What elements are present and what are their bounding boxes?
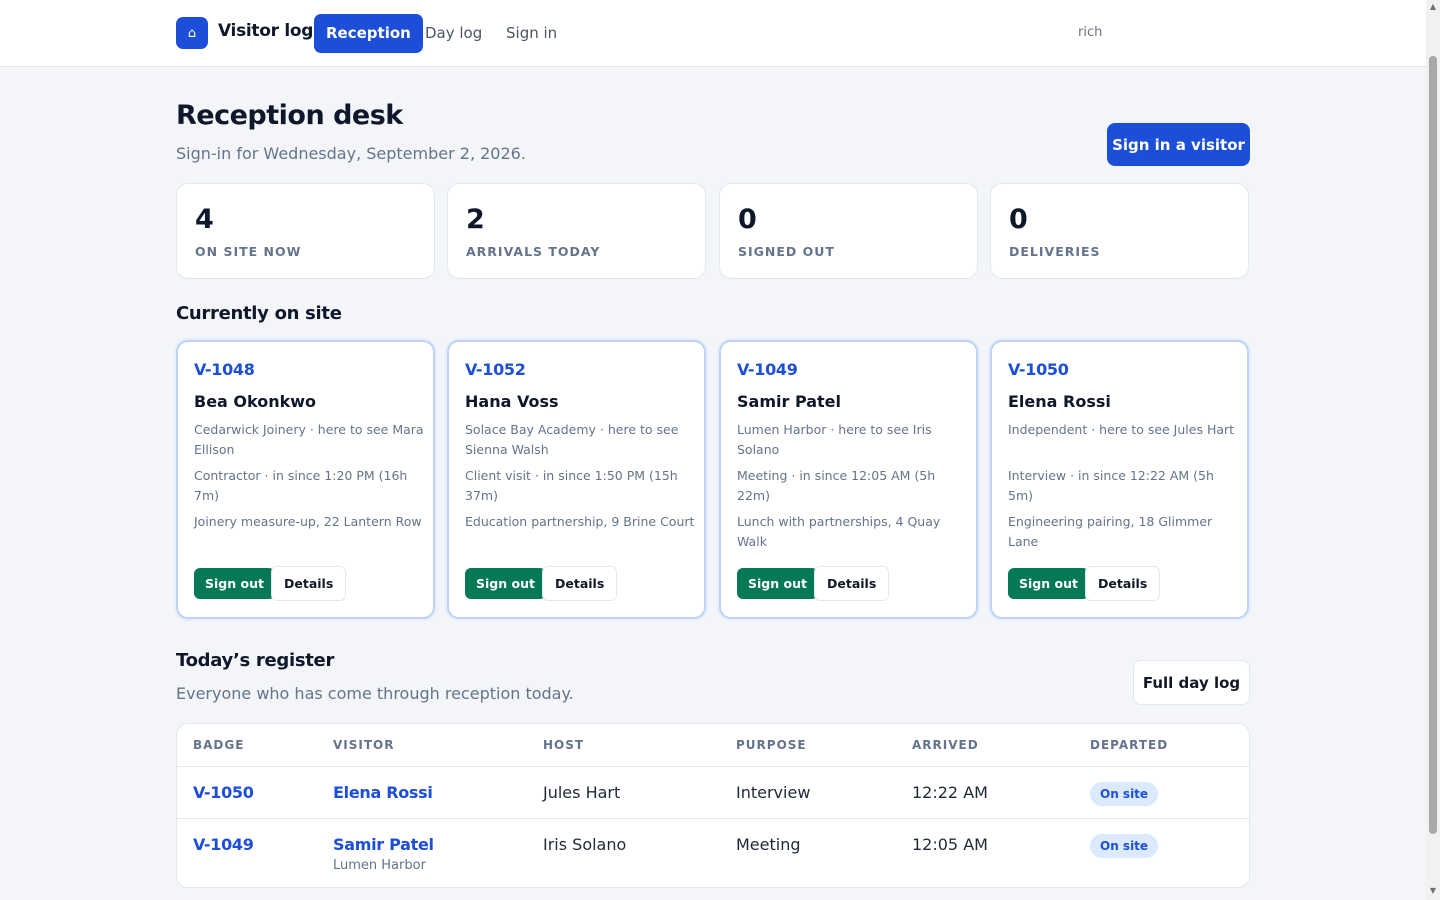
stat-label: ARRIVALS TODAY — [466, 244, 601, 259]
visitor-name: Bea Okonkwo — [194, 392, 317, 411]
status-badge: On site — [1090, 834, 1159, 858]
visitor-card: V-1050 Elena Rossi Independent · here to… — [990, 340, 1249, 619]
nav-tab-reception[interactable]: Reception — [314, 14, 423, 53]
status-badge: On site — [1090, 782, 1159, 806]
visitor-badge-link[interactable]: V-1050 — [1008, 360, 1069, 379]
visitor-badge-link[interactable]: V-1048 — [194, 360, 255, 379]
stat-label: SIGNED OUT — [738, 244, 835, 259]
register-purpose: Interview — [736, 783, 811, 802]
register-badge-link[interactable]: V-1049 — [193, 835, 254, 854]
column-header-host: HOST — [543, 738, 585, 752]
sign-out-button[interactable]: Sign out — [465, 568, 546, 599]
register-visitor-org: Lumen Harbor — [333, 858, 426, 873]
visitor-org-host: Cedarwick Joinery · here to see Mara Ell… — [194, 422, 424, 457]
visitor-card: V-1048 Bea Okonkwo Cedarwick Joinery · h… — [176, 340, 435, 619]
register-arrived: 12:05 AM — [912, 835, 988, 854]
register-table: BADGE VISITOR HOST PURPOSE ARRIVED DEPAR… — [176, 723, 1250, 888]
register-subtitle: Everyone who has come through reception … — [176, 684, 574, 703]
row-divider — [177, 818, 1249, 819]
section-title-register: Today’s register — [176, 650, 335, 671]
visitor-card: V-1052 Hana Voss Solace Bay Academy · he… — [447, 340, 706, 619]
visitor-note: Lunch with partnerships, 4 Quay Walk — [737, 514, 941, 549]
column-header-arrived: ARRIVED — [912, 738, 979, 752]
column-header-visitor: VISITOR — [333, 738, 395, 752]
scrollbar[interactable]: ▲ ▼ — [1426, 0, 1440, 900]
register-visitor-link[interactable]: Elena Rossi — [333, 783, 433, 802]
details-button[interactable]: Details — [814, 566, 890, 601]
register-purpose: Meeting — [736, 835, 801, 854]
page-subtitle: Sign-in for Wednesday, September 2, 2026… — [176, 144, 526, 163]
stat-card-deliveries: 0 DELIVERIES — [990, 183, 1249, 279]
app-name[interactable]: Visitor log — [218, 21, 313, 41]
visitor-badge-link[interactable]: V-1049 — [737, 360, 798, 379]
visitor-type-time: Interview · in since 12:22 AM (5h 5m) — [1008, 468, 1214, 503]
stat-value: 0 — [738, 204, 757, 235]
nav-tab-day-log[interactable]: Day log — [413, 14, 494, 53]
stat-card-arrivals: 2 ARRIVALS TODAY — [447, 183, 706, 279]
stat-card-on-site: 4 ON SITE NOW — [176, 183, 435, 279]
stat-label: DELIVERIES — [1009, 244, 1101, 259]
top-bar: ⌂ Visitor log Reception Day log Sign in … — [0, 0, 1426, 67]
register-host: Iris Solano — [543, 835, 627, 854]
row-divider — [177, 766, 1249, 767]
stat-value: 2 — [466, 204, 485, 235]
visitor-name: Elena Rossi — [1008, 392, 1111, 411]
visitor-org-host: Solace Bay Academy · here to see Sienna … — [465, 422, 679, 457]
column-header-purpose: PURPOSE — [736, 738, 807, 752]
visitor-name: Hana Voss — [465, 392, 559, 411]
register-host: Jules Hart — [543, 783, 621, 802]
column-header-badge: BADGE — [193, 738, 245, 752]
sign-in-visitor-button[interactable]: Sign in a visitor — [1107, 123, 1250, 166]
register-visitor-link[interactable]: Samir Patel — [333, 835, 434, 854]
stat-value: 0 — [1009, 204, 1028, 235]
visitor-type-time: Contractor · in since 1:20 PM (16h 7m) — [194, 468, 408, 503]
sign-out-button[interactable]: Sign out — [194, 568, 275, 599]
visitor-note: Engineering pairing, 18 Glimmer Lane — [1008, 514, 1213, 549]
sign-out-button[interactable]: Sign out — [737, 568, 818, 599]
register-badge-link[interactable]: V-1050 — [193, 783, 254, 802]
page-title: Reception desk — [176, 100, 403, 131]
section-title-on-site: Currently on site — [176, 303, 342, 324]
stat-label: ON SITE NOW — [195, 244, 302, 259]
visitor-card: V-1049 Samir Patel Lumen Harbor · here t… — [719, 340, 978, 619]
visitor-org-host: Lumen Harbor · here to see Iris Solano — [737, 422, 932, 457]
nav-tab-sign-in[interactable]: Sign in — [494, 14, 569, 53]
visitor-org-host: Independent · here to see Jules Hart — [1008, 422, 1235, 437]
visitor-name: Samir Patel — [737, 392, 842, 411]
visitor-note: Joinery measure-up, 22 Lantern Row — [194, 514, 422, 529]
scrollbar-thumb[interactable] — [1429, 56, 1437, 834]
user-name[interactable]: rich — [1078, 25, 1102, 40]
scroll-down-arrow-icon[interactable]: ▼ — [1429, 886, 1437, 895]
scroll-up-arrow-icon[interactable]: ▲ — [1429, 2, 1437, 11]
register-arrived: 12:22 AM — [912, 783, 988, 802]
column-header-departed: DEPARTED — [1090, 738, 1169, 752]
stat-card-signed-out: 0 SIGNED OUT — [719, 183, 978, 279]
visitor-badge-link[interactable]: V-1052 — [465, 360, 526, 379]
home-icon[interactable]: ⌂ — [176, 17, 208, 49]
visitor-type-time: Meeting · in since 12:05 AM (5h 22m) — [737, 468, 936, 503]
details-button[interactable]: Details — [1085, 566, 1161, 601]
visitor-type-time: Client visit · in since 1:50 PM (15h 37m… — [465, 468, 678, 503]
visitor-note: Education partnership, 9 Brine Court — [465, 514, 695, 529]
sign-out-button[interactable]: Sign out — [1008, 568, 1089, 599]
stat-value: 4 — [195, 204, 214, 235]
details-button[interactable]: Details — [542, 566, 618, 601]
details-button[interactable]: Details — [271, 566, 347, 601]
full-day-log-button[interactable]: Full day log — [1133, 660, 1250, 705]
